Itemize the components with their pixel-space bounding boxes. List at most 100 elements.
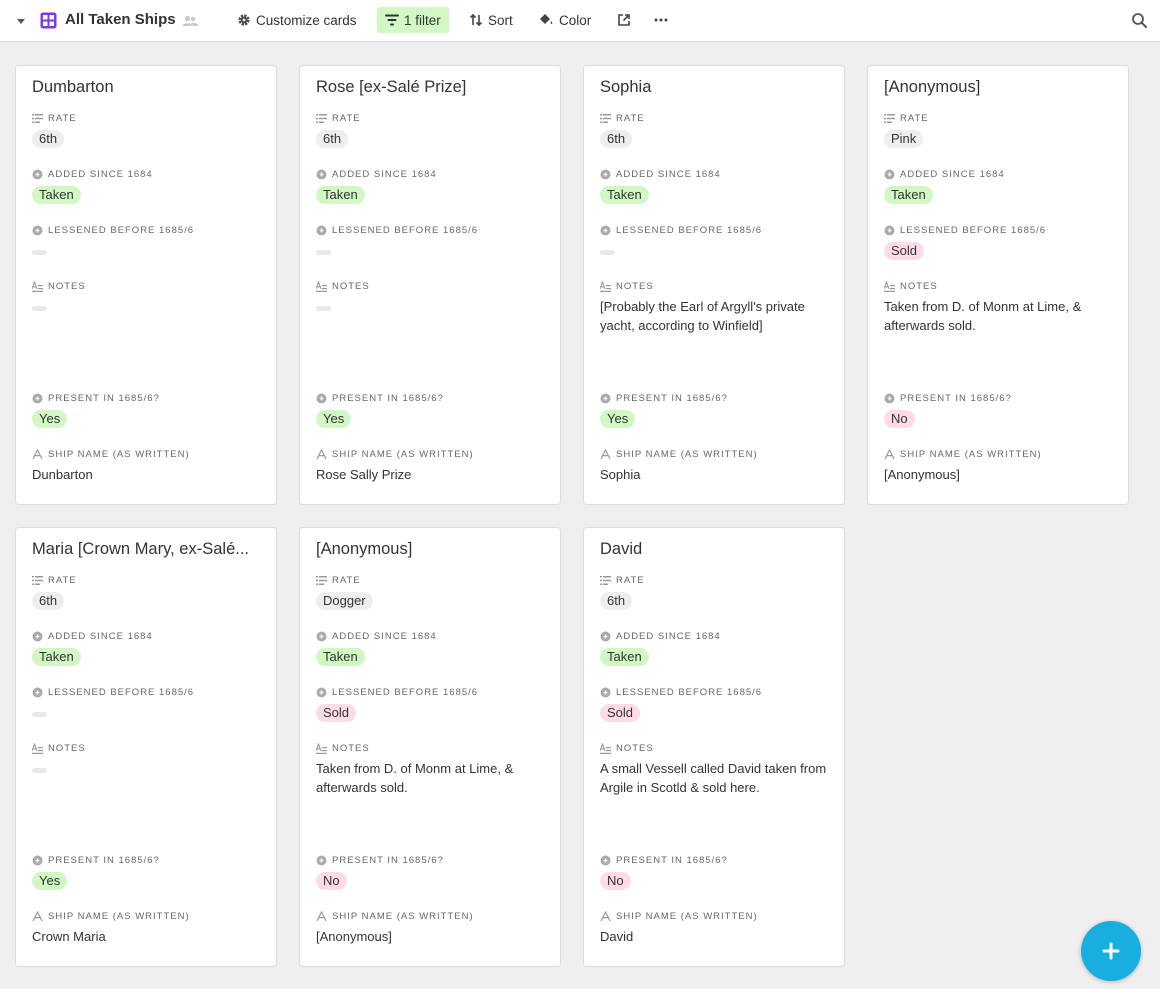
sort-button[interactable]: Sort <box>461 7 521 33</box>
lessened-value: Sold <box>316 704 357 722</box>
lessened-value: Sold <box>884 242 925 260</box>
single-line-text-icon <box>316 448 327 460</box>
formula-icon <box>600 225 611 236</box>
sort-label: Sort <box>488 12 513 28</box>
filter-button[interactable]: 1 filter <box>377 7 449 33</box>
notes-value: Taken from D. of Monm at Lime, & afterwa… <box>316 761 514 795</box>
ship-name-value: Sophia <box>600 467 641 482</box>
field-label-added: ADDED SINCE 1684 <box>884 168 1005 180</box>
view-toolbar: All Taken Ships Customize cards 1 filter <box>0 0 1160 42</box>
gallery-card[interactable]: [Anonymous] RATE Pink ADDED SINCE 1684 T… <box>867 65 1129 505</box>
collaborators-icon[interactable] <box>181 12 199 30</box>
card-title: David <box>600 540 643 558</box>
present-value: Yes <box>316 410 352 428</box>
field-label-notes: NOTES <box>32 280 86 292</box>
formula-icon <box>32 225 43 236</box>
card-title: Dumbarton <box>32 78 114 96</box>
formula-icon <box>884 225 895 236</box>
gallery-card[interactable]: Rose [ex-Salé Prize] RATE 6th ADDED SINC… <box>299 65 561 505</box>
gallery-card[interactable]: Dumbarton RATE 6th ADDED SINCE 1684 Take… <box>15 65 277 505</box>
color-label: Color <box>559 12 592 28</box>
formula-icon <box>600 393 611 404</box>
formula-icon <box>32 631 43 642</box>
field-label-present: PRESENT IN 1685/6? <box>884 392 1012 404</box>
ship-name-value: Dunbarton <box>32 467 93 482</box>
single-select-icon <box>316 113 327 124</box>
long-text-icon <box>600 742 611 754</box>
single-select-icon <box>32 113 43 124</box>
gallery-card[interactable]: David RATE 6th ADDED SINCE 1684 Taken LE… <box>583 527 845 967</box>
field-label-lessened: LESSENED BEFORE 1685/6 <box>316 686 478 698</box>
notes-empty <box>32 306 47 311</box>
customize-cards-button[interactable]: Customize cards <box>229 7 365 33</box>
more-options-button[interactable] <box>646 7 676 33</box>
long-text-icon <box>316 742 327 754</box>
single-line-text-icon <box>600 448 611 460</box>
color-button[interactable]: Color <box>530 7 599 33</box>
lessened-empty <box>32 250 47 255</box>
gallery-card[interactable]: [Anonymous] RATE Dogger ADDED SINCE 1684… <box>299 527 561 967</box>
present-value: No <box>600 872 631 890</box>
notes-value: Taken from D. of Monm at Lime, & afterwa… <box>884 299 1082 333</box>
field-label-present: PRESENT IN 1685/6? <box>600 854 728 866</box>
gear-icon <box>238 14 250 26</box>
add-icon <box>1102 942 1120 960</box>
field-label-rate: RATE <box>32 574 77 586</box>
search-icon[interactable] <box>1131 12 1148 29</box>
formula-icon <box>32 169 43 180</box>
notes-value: [Probably the Earl of Argyll's private y… <box>600 299 805 333</box>
single-select-icon <box>316 575 327 586</box>
notes-empty <box>316 306 331 311</box>
gallery-view-icon[interactable] <box>40 12 57 29</box>
single-select-icon <box>32 575 43 586</box>
formula-icon <box>32 687 43 698</box>
sort-icon <box>469 13 483 27</box>
notes-empty <box>32 768 47 773</box>
single-select-icon <box>600 113 611 124</box>
formula-icon <box>32 855 43 866</box>
card-title: [Anonymous] <box>884 78 981 96</box>
single-select-icon <box>600 575 611 586</box>
ship-name-value: David <box>600 929 634 944</box>
field-label-notes: NOTES <box>316 280 370 292</box>
field-label-lessened: LESSENED BEFORE 1685/6 <box>600 686 762 698</box>
gallery-card[interactable]: Sophia RATE 6th ADDED SINCE 1684 Taken L… <box>583 65 845 505</box>
chevron-down-icon[interactable] <box>14 14 28 28</box>
field-label-added: ADDED SINCE 1684 <box>316 630 437 642</box>
add-record-button[interactable] <box>1081 921 1141 981</box>
long-text-icon <box>32 742 43 754</box>
field-label-rate: RATE <box>316 112 361 124</box>
formula-icon <box>316 393 327 404</box>
formula-icon <box>32 393 43 404</box>
field-label-present: PRESENT IN 1685/6? <box>32 854 160 866</box>
present-value: No <box>884 410 915 428</box>
card-title: Maria [Crown Mary, ex-Salé... <box>32 540 249 558</box>
rate-value: 6th <box>600 592 633 610</box>
added-value: Taken <box>316 186 365 204</box>
added-value: Taken <box>316 648 365 666</box>
formula-icon <box>600 169 611 180</box>
single-select-icon <box>884 113 895 124</box>
formula-icon <box>600 855 611 866</box>
single-line-text-icon <box>32 448 43 460</box>
ship-name-value: [Anonymous] <box>884 467 960 482</box>
share-view-button[interactable] <box>609 7 639 33</box>
long-text-icon <box>884 280 895 292</box>
field-label-lessened: LESSENED BEFORE 1685/6 <box>884 224 1046 236</box>
rate-value: Pink <box>884 130 924 148</box>
formula-icon <box>884 169 895 180</box>
long-text-icon <box>32 280 43 292</box>
field-label-added: ADDED SINCE 1684 <box>32 630 153 642</box>
field-label-present: PRESENT IN 1685/6? <box>316 392 444 404</box>
gallery-card[interactable]: Maria [Crown Mary, ex-Salé... RATE 6th A… <box>15 527 277 967</box>
ship-name-value: Rose Sally Prize <box>316 467 412 482</box>
field-label-lessened: LESSENED BEFORE 1685/6 <box>600 224 762 236</box>
field-label-added: ADDED SINCE 1684 <box>32 168 153 180</box>
view-title[interactable]: All Taken Ships <box>65 11 176 28</box>
formula-icon <box>884 393 895 404</box>
added-value: Taken <box>600 648 649 666</box>
paint-bucket-icon <box>540 14 553 24</box>
single-line-text-icon <box>316 910 327 922</box>
field-label-present: PRESENT IN 1685/6? <box>600 392 728 404</box>
present-value: Yes <box>600 410 636 428</box>
